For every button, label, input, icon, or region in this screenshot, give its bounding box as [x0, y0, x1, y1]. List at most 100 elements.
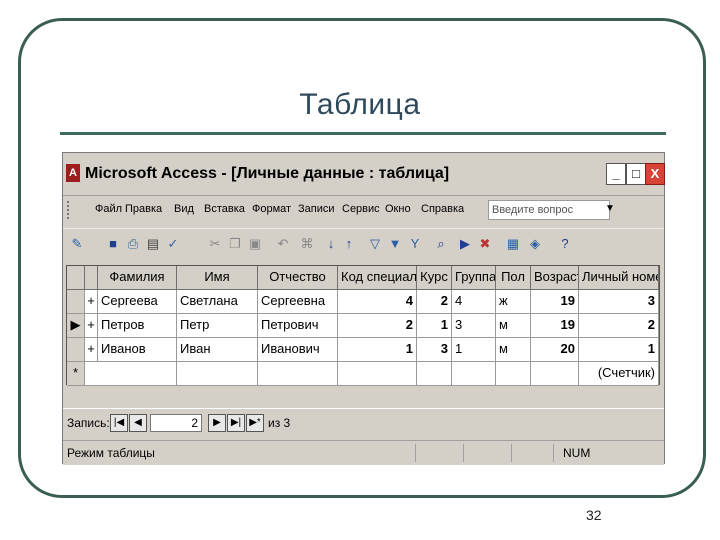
delete-record-icon[interactable]: ✖: [477, 235, 493, 253]
table-cell[interactable]: [338, 362, 417, 386]
apply-filter-icon[interactable]: Y: [407, 235, 423, 253]
table-cell[interactable]: Иванов: [98, 338, 177, 362]
table-cell[interactable]: м: [496, 338, 531, 362]
table-cell[interactable]: Петрович: [258, 314, 338, 338]
table-cell[interactable]: ж: [496, 290, 531, 314]
table-cell[interactable]: [496, 362, 531, 386]
table-cell[interactable]: 1: [579, 338, 659, 362]
sort-asc-icon[interactable]: ↓: [323, 235, 339, 253]
new-record-icon[interactable]: ▶: [457, 235, 473, 253]
table-cell[interactable]: 1: [417, 314, 452, 338]
row-selector[interactable]: [67, 338, 85, 362]
menu-insert[interactable]: Вставка: [204, 203, 245, 215]
help-dropdown-arrow-icon[interactable]: ▼: [605, 203, 615, 214]
spell-check-icon[interactable]: ✓: [165, 235, 181, 253]
new-object-icon[interactable]: ◈: [527, 235, 543, 253]
new-record-nav-button[interactable]: ▶*: [246, 414, 264, 432]
header-corner[interactable]: [67, 266, 85, 290]
close-button[interactable]: X: [645, 163, 665, 185]
help-question-input[interactable]: Введите вопрос: [488, 200, 610, 220]
table-cell[interactable]: 4: [338, 290, 417, 314]
design-view-icon[interactable]: ✎: [69, 235, 85, 253]
expand-icon[interactable]: +: [85, 314, 98, 338]
table-cell[interactable]: Петров: [98, 314, 177, 338]
table-cell[interactable]: 3: [417, 338, 452, 362]
table-cell[interactable]: 2: [579, 314, 659, 338]
table-cell[interactable]: 4: [452, 290, 496, 314]
column-header-lastname[interactable]: Фамилия: [98, 266, 177, 290]
table-cell[interactable]: 19: [531, 290, 579, 314]
menu-records[interactable]: Записи: [298, 203, 335, 215]
table-cell[interactable]: [452, 362, 496, 386]
last-record-button[interactable]: ▶|: [227, 414, 245, 432]
table-cell[interactable]: Петр: [177, 314, 258, 338]
status-bar: Режим таблицы NUM: [63, 440, 664, 465]
table-cell[interactable]: Иван: [177, 338, 258, 362]
cut-icon[interactable]: ✂: [207, 235, 223, 253]
expand-icon[interactable]: +: [85, 338, 98, 362]
current-record-indicator[interactable]: ▶: [67, 314, 85, 338]
table-cell[interactable]: 1: [452, 338, 496, 362]
menu-file[interactable]: Файл: [95, 203, 122, 215]
table-cell[interactable]: Сергеевна: [258, 290, 338, 314]
table-cell[interactable]: Светлана: [177, 290, 258, 314]
next-record-button[interactable]: ▶: [208, 414, 226, 432]
database-window-icon[interactable]: ▦: [505, 235, 521, 253]
autonumber-cell[interactable]: (Счетчик): [579, 362, 659, 386]
filter-by-selection-icon[interactable]: ▽: [367, 235, 383, 253]
filter-by-form-icon[interactable]: ▼: [387, 235, 403, 253]
previous-record-button[interactable]: ◀: [129, 414, 147, 432]
save-icon[interactable]: ■: [105, 235, 121, 253]
print-preview-icon[interactable]: ⎙: [125, 235, 141, 253]
hyperlink-icon[interactable]: ⌘: [299, 235, 315, 253]
table-cell[interactable]: 3: [579, 290, 659, 314]
menu-view[interactable]: Вид: [174, 203, 194, 215]
first-record-button[interactable]: |◀: [110, 414, 128, 432]
maximize-button[interactable]: □: [626, 163, 646, 185]
find-icon[interactable]: ⌕: [433, 235, 449, 253]
column-header-course[interactable]: Курс: [417, 266, 452, 290]
menu-help[interactable]: Справка: [421, 203, 464, 215]
table-cell[interactable]: 2: [338, 314, 417, 338]
column-header-firstname[interactable]: Имя: [177, 266, 258, 290]
row-selector[interactable]: [67, 290, 85, 314]
status-divider: [463, 444, 464, 462]
table-cell[interactable]: Сергеева: [98, 290, 177, 314]
minimize-button[interactable]: _: [606, 163, 626, 185]
table-cell[interactable]: 20: [531, 338, 579, 362]
table-cell[interactable]: [85, 362, 177, 386]
column-header-age[interactable]: Возраст: [531, 266, 579, 290]
record-number-input[interactable]: 2: [150, 414, 202, 432]
table-cell[interactable]: 1: [338, 338, 417, 362]
new-record-selector[interactable]: *: [67, 362, 85, 386]
column-header-personal-number[interactable]: Личный номер: [579, 266, 659, 290]
menu-tools[interactable]: Сервис: [342, 203, 380, 215]
table-cell[interactable]: [177, 362, 258, 386]
table-cell[interactable]: Иванович: [258, 338, 338, 362]
table-cell[interactable]: [531, 362, 579, 386]
table-cell[interactable]: м: [496, 314, 531, 338]
table-cell[interactable]: [258, 362, 338, 386]
table-cell[interactable]: 19: [531, 314, 579, 338]
table-cell[interactable]: 2: [417, 290, 452, 314]
copy-icon[interactable]: ❐: [227, 235, 243, 253]
status-divider: [511, 444, 512, 462]
menu-format[interactable]: Формат: [252, 203, 291, 215]
table-cell[interactable]: 3: [452, 314, 496, 338]
help-icon[interactable]: ?: [557, 235, 573, 253]
expand-icon[interactable]: +: [85, 290, 98, 314]
menu-window[interactable]: Окно: [385, 203, 411, 215]
column-header-group[interactable]: Группа: [452, 266, 496, 290]
column-header-specialty-code[interactable]: Код специальн: [338, 266, 417, 290]
sort-desc-icon[interactable]: ↑: [341, 235, 357, 253]
datasheet-grid: Фамилия Имя Отчество Код специальн Курс …: [66, 265, 660, 386]
table-cell[interactable]: [417, 362, 452, 386]
menubar-grip[interactable]: [67, 201, 72, 219]
slide-title: Таблица: [299, 88, 421, 121]
column-header-sex[interactable]: Пол: [496, 266, 531, 290]
menu-edit[interactable]: Правка: [125, 203, 162, 215]
print-icon[interactable]: ▤: [145, 235, 161, 253]
paste-icon[interactable]: ▣: [247, 235, 263, 253]
undo-icon[interactable]: ↶: [275, 235, 291, 253]
column-header-patronymic[interactable]: Отчество: [258, 266, 338, 290]
